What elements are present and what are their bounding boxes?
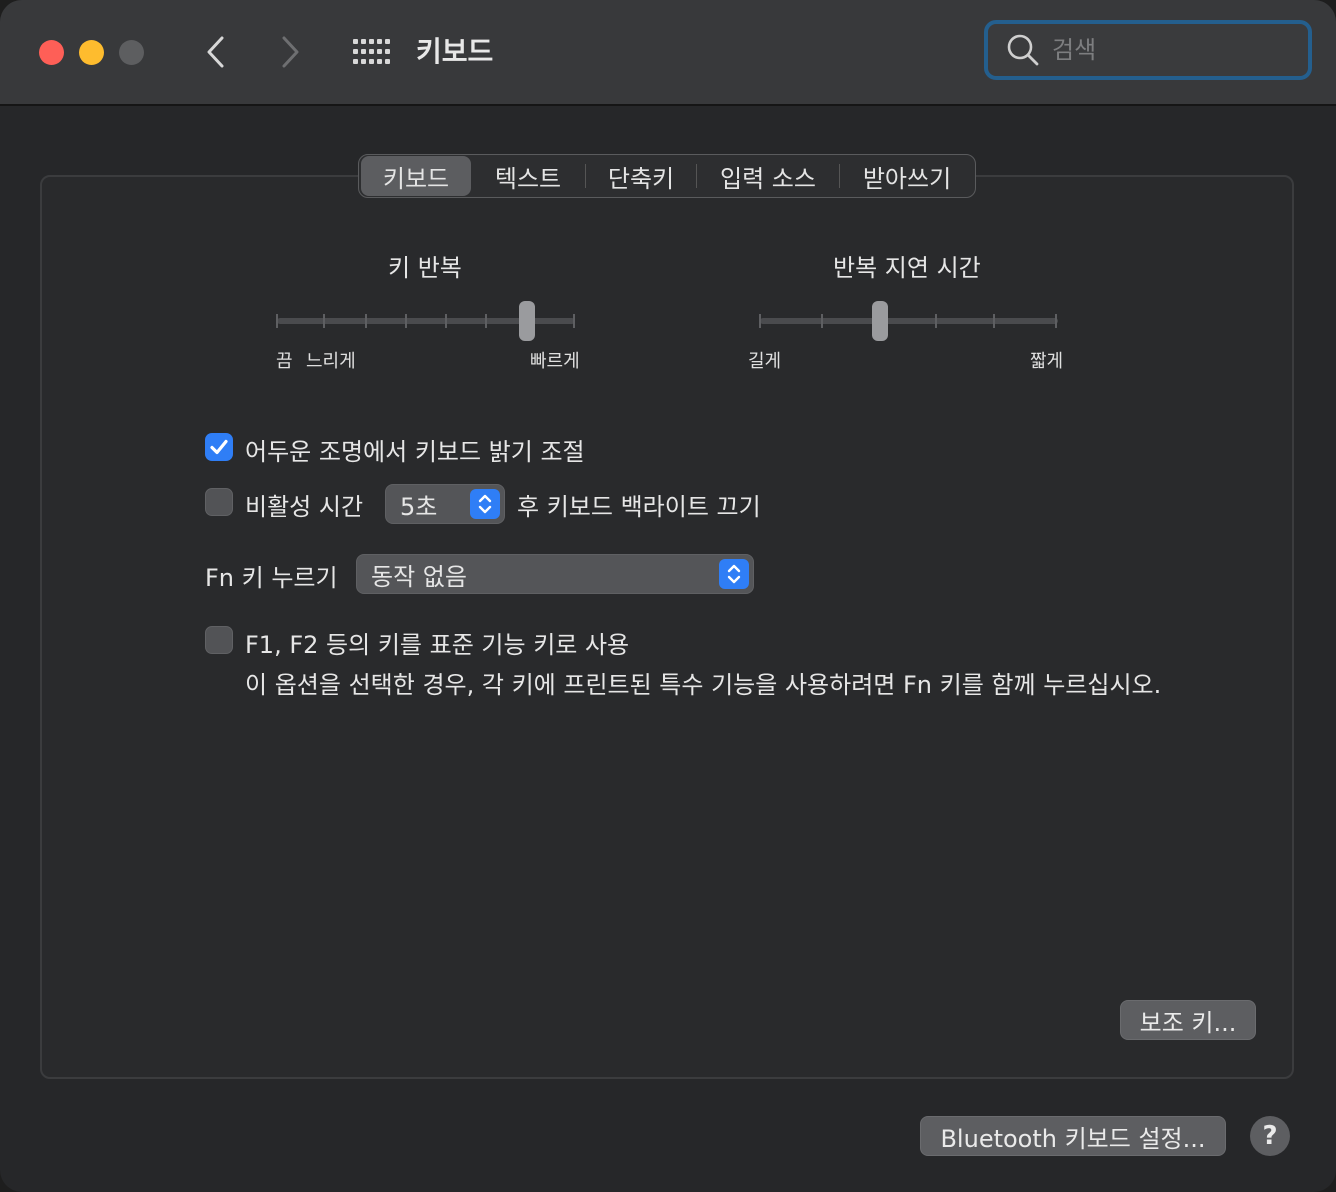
- search-field[interactable]: [984, 20, 1312, 80]
- slider-tick: [993, 314, 995, 328]
- slider-track: [760, 318, 1058, 324]
- slider-tick: [573, 314, 575, 328]
- adjust-brightness-label: 어두운 조명에서 키보드 밝기 조절: [245, 438, 585, 466]
- backlight-timeout-value: 5초: [400, 492, 438, 521]
- slider-tick: [276, 314, 278, 328]
- key-repeat-label: 키 반복: [388, 254, 462, 282]
- back-button[interactable]: [196, 30, 236, 74]
- bluetooth-keyboard-setup-button[interactable]: Bluetooth 키보드 설정...: [920, 1116, 1226, 1156]
- function-keys-label: F1, F2 등의 키를 표준 기능 키로 사용: [245, 631, 630, 659]
- slider-tick: [821, 314, 823, 328]
- fn-key-select[interactable]: 동작 없음: [356, 554, 754, 594]
- slider-knob[interactable]: [519, 301, 535, 341]
- tab-input-sources[interactable]: 입력 소스: [697, 156, 839, 196]
- repeat-delay-long-label: 길게: [748, 351, 782, 372]
- help-button[interactable]: ?: [1250, 1116, 1290, 1156]
- title-bar: 키보드: [0, 0, 1336, 106]
- backlight-off-label-before: 비활성 시간: [245, 493, 364, 521]
- fn-key-label: Fn 키 누르기: [205, 564, 338, 592]
- show-all-button[interactable]: [350, 36, 390, 68]
- slider-tick: [935, 314, 937, 328]
- updown-chevron-icon: [478, 494, 492, 514]
- close-button[interactable]: [39, 40, 64, 65]
- chevron-left-icon: [207, 36, 224, 68]
- slider-tick: [759, 314, 761, 328]
- minimize-button[interactable]: [79, 40, 104, 65]
- backlight-timeout-select[interactable]: 5초: [385, 484, 505, 524]
- backlight-off-checkbox[interactable]: [205, 488, 233, 516]
- slider-tick: [365, 314, 367, 328]
- tab-shortcuts[interactable]: 단축키: [586, 156, 696, 196]
- tab-dictation[interactable]: 받아쓰기: [840, 156, 974, 196]
- grid-icon: [353, 39, 390, 64]
- slider-tick: [1055, 314, 1057, 328]
- key-repeat-slow-label: 느리게: [306, 351, 356, 372]
- popup-arrows: [719, 559, 749, 589]
- slider-tick: [405, 314, 407, 328]
- search-input[interactable]: [1050, 35, 1284, 65]
- search-icon: [1007, 34, 1039, 66]
- repeat-delay-label: 반복 지연 시간: [833, 254, 981, 282]
- tab-text[interactable]: 텍스트: [471, 156, 585, 196]
- adjust-brightness-checkbox[interactable]: [205, 433, 233, 461]
- zoom-button[interactable]: [119, 40, 144, 65]
- repeat-delay-short-label: 짧게: [1030, 351, 1064, 372]
- system-preferences-window: 키보드 키보드 텍스트 단축키 입력 소스 받아쓰기 키 반복 끔 느리게: [0, 0, 1336, 1192]
- window-title: 키보드: [416, 35, 494, 68]
- slider-tick: [485, 314, 487, 328]
- slider-tick: [323, 314, 325, 328]
- tab-bar: 키보드 텍스트 단축키 입력 소스 받아쓰기: [358, 154, 976, 198]
- key-repeat-off-label: 끔: [276, 351, 293, 372]
- modifier-keys-button[interactable]: 보조 키...: [1120, 1000, 1256, 1040]
- slider-tick: [445, 314, 447, 328]
- tab-keyboard[interactable]: 키보드: [361, 156, 471, 196]
- checkmark-icon: [210, 439, 228, 455]
- key-repeat-fast-label: 빠르게: [530, 351, 580, 372]
- backlight-off-label-after: 후 키보드 백라이트 끄기: [517, 493, 761, 521]
- updown-chevron-icon: [727, 564, 741, 584]
- slider-knob[interactable]: [872, 301, 888, 341]
- chevron-right-icon: [282, 36, 299, 68]
- function-keys-description: 이 옵션을 선택한 경우, 각 키에 프린트된 특수 기능을 사용하려면 Fn …: [245, 671, 1162, 699]
- forward-button[interactable]: [270, 30, 310, 74]
- function-keys-checkbox[interactable]: [205, 626, 233, 654]
- fn-key-value: 동작 없음: [371, 562, 467, 591]
- popup-arrows: [470, 489, 500, 519]
